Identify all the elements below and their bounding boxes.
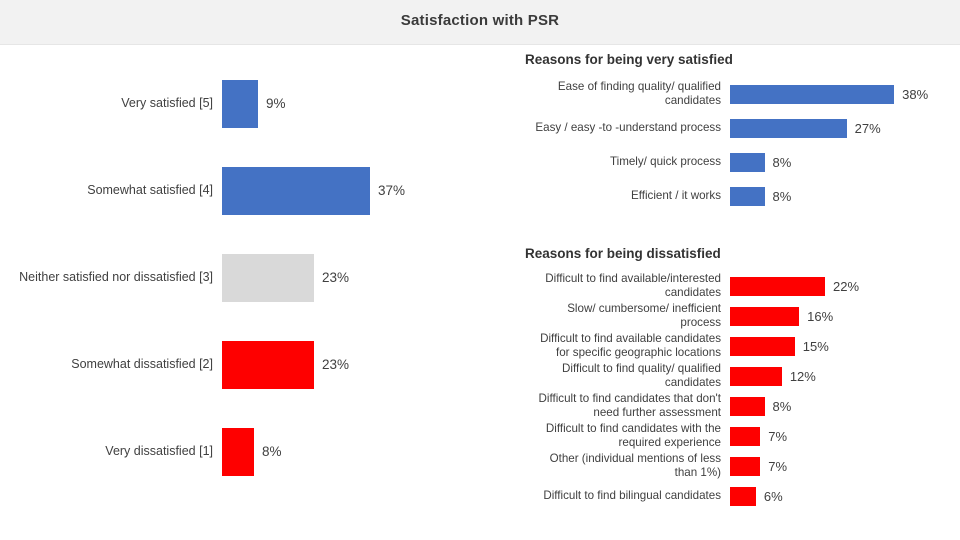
bar-row-label: Very satisfied [5] <box>121 96 213 111</box>
bar-row: Difficult to find available/interested c… <box>525 271 955 301</box>
bar-row-label: Difficult to find bilingual candidates <box>543 489 721 503</box>
bar-value-label: 8% <box>772 188 792 204</box>
bar-row-label: Difficult to find available candidates f… <box>540 332 721 359</box>
bar-row: Difficult to find candidates that don't … <box>525 391 955 421</box>
bar <box>222 427 254 476</box>
bar-row: Very dissatisfied [1] 8% <box>0 408 470 495</box>
bar-value-label: 27% <box>854 120 881 136</box>
bar-row: Neither satisfied nor dissatisfied [3] 23… <box>0 234 470 321</box>
bar <box>730 426 761 446</box>
bar-row-label: Difficult to find candidates with the re… <box>545 422 721 449</box>
bar <box>730 336 795 356</box>
bar-value-label: 23% <box>322 270 350 285</box>
bar-row-label: Difficult to find candidates that don't … <box>538 392 721 419</box>
bar <box>730 366 782 386</box>
bar <box>730 186 765 206</box>
bar <box>730 486 756 506</box>
bar-value-label: 16% <box>807 308 834 324</box>
bar-row-label: Other (individual mentions of less than … <box>549 452 721 479</box>
bar-value-label: 8% <box>772 398 792 414</box>
page-title: Satisfaction with PSR <box>400 12 560 29</box>
section-title-dissatisfied: Reasons for being dissatisfied <box>525 246 721 261</box>
bar-row-label: Easy / easy -to -understand process <box>535 121 721 135</box>
bar-row-label: Efficient / it works <box>631 189 721 203</box>
bar-row: Somewhat satisfied [4] 37% <box>0 147 470 234</box>
bar-row: Difficult to find available candidates f… <box>525 331 955 361</box>
bar-row-label: Slow/ cumbersome/ inefficient process <box>567 302 721 329</box>
bar-row: Ease of finding quality/ qualified candi… <box>525 77 955 111</box>
bar-row-label: Somewhat satisfied [4] <box>87 183 213 198</box>
bar-row: Easy / easy -to -understand process 27% <box>525 111 955 145</box>
bar-row: Efficient / it works 8% <box>525 179 955 213</box>
bar-value-label: 23% <box>322 357 350 372</box>
bar-rows: Difficult to find available/interested c… <box>525 271 955 511</box>
bar-value-label: 38% <box>902 86 929 102</box>
bar-row: Timely/ quick process 8% <box>525 145 955 179</box>
bar <box>730 84 895 104</box>
bar-value-label: 7% <box>768 428 788 444</box>
section-title-very-satisfied: Reasons for being very satisfied <box>525 52 733 67</box>
bar-value-label: 8% <box>772 154 792 170</box>
bar <box>222 166 370 215</box>
bar-row-label: Difficult to find available/interested c… <box>545 272 721 299</box>
bar-value-label: 7% <box>768 458 788 474</box>
satisfaction-scale-chart: Very satisfied [5] 9% Somewhat satisfied [… <box>0 60 470 495</box>
reasons-very-satisfied-chart: Reasons for being very satisfied Ease of… <box>525 52 955 213</box>
bar-value-label: 9% <box>266 96 286 111</box>
bar <box>222 253 314 302</box>
bar <box>222 79 258 128</box>
bar-row-label: Somewhat dissatisfied [2] <box>71 357 213 372</box>
bar-row-label: Very dissatisfied [1] <box>105 444 213 459</box>
bar-row-label: Timely/ quick process <box>609 155 721 169</box>
bar <box>730 396 765 416</box>
bar-value-label: 37% <box>378 183 406 198</box>
bar <box>222 340 314 389</box>
bar <box>730 306 800 326</box>
bar-row-label: Difficult to find quality/ qualified can… <box>562 362 721 389</box>
bar-row: Slow/ cumbersome/ inefficient process 16% <box>525 301 955 331</box>
bar <box>730 118 847 138</box>
bar <box>730 152 765 172</box>
bar-value-label: 15% <box>802 338 829 354</box>
reasons-dissatisfied-chart: Reasons for being dissatisfied Difficult… <box>525 246 955 511</box>
bar-row-label: Neither satisfied nor dissatisfied [3] <box>19 270 213 285</box>
bar-value-label: 6% <box>763 488 783 504</box>
bar-row: Difficult to find quality/ qualified can… <box>525 361 955 391</box>
bar-row: Difficult to find bilingual candidates 6% <box>525 481 955 511</box>
bar-row-label: Ease of finding quality/ qualified candi… <box>557 80 721 107</box>
bar-value-label: 22% <box>833 278 860 294</box>
bar-row: Difficult to find candidates with the re… <box>525 421 955 451</box>
bar-row: Other (individual mentions of less than … <box>525 451 955 481</box>
bar-value-label: 8% <box>262 444 282 459</box>
bar <box>730 456 761 476</box>
bar-rows: Ease of finding quality/ qualified candi… <box>525 77 955 213</box>
bar <box>730 276 826 296</box>
bar-row: Very satisfied [5] 9% <box>0 60 470 147</box>
bar-value-label: 12% <box>789 368 816 384</box>
bar-row: Somewhat dissatisfied [2] 23% <box>0 321 470 408</box>
